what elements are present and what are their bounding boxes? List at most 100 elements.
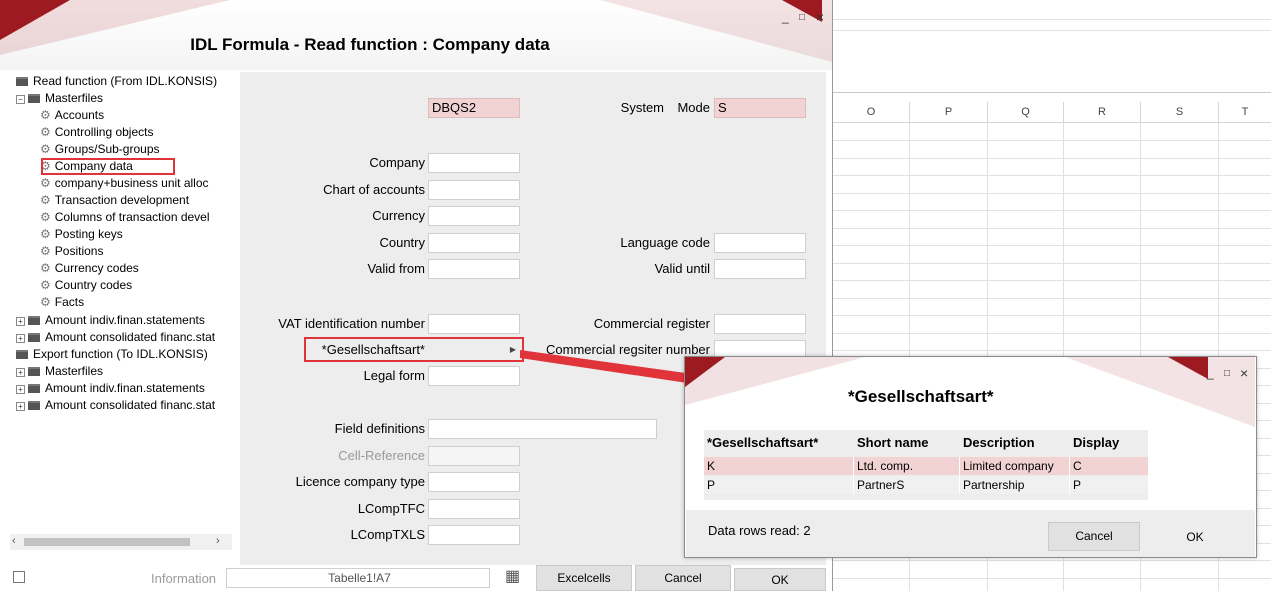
chart-of-accounts-field[interactable] (428, 180, 520, 200)
grid-row-line (833, 350, 1271, 351)
sub-ok-button[interactable]: OK (1149, 523, 1241, 551)
licence-company-type-field[interactable] (428, 472, 520, 492)
column-header[interactable]: Description (960, 430, 1070, 456)
column-header-t[interactable]: T (1219, 102, 1271, 123)
sub-maximize-button[interactable]: □ (1224, 368, 1230, 379)
column-header-p[interactable]: P (910, 102, 988, 123)
gesellschaftsart-dialog: _ □ × *Gesellschaftsart* *Gesellschaftsa… (684, 356, 1257, 558)
scroll-right-icon[interactable]: › (216, 535, 220, 547)
legal-form-field[interactable] (428, 366, 520, 386)
grid-row-line (833, 315, 1271, 316)
tree-node-export-amount-consolidated[interactable]: + Amount consolidated financ.stat (16, 398, 215, 413)
valid-from-field[interactable] (428, 259, 520, 279)
field-definitions-field[interactable] (428, 419, 657, 439)
table-cell[interactable]: Ltd. comp. (854, 457, 960, 475)
scroll-left-icon[interactable]: ‹ (12, 535, 16, 547)
tree-node-transaction-development[interactable]: ⚙ Transaction development (40, 193, 189, 208)
folder-icon (28, 367, 40, 376)
table-cell[interactable]: C (1070, 457, 1148, 475)
tree-node-label: Amount indiv.finan.statements (45, 313, 205, 327)
gear-icon: ⚙ (40, 176, 51, 190)
column-header[interactable]: Display (1070, 430, 1148, 456)
company-field[interactable] (428, 153, 520, 173)
tree-node-amount-indiv[interactable]: + Amount indiv.finan.statements (16, 313, 205, 328)
valid-until-field[interactable] (714, 259, 806, 279)
tree-node-positions[interactable]: ⚙ Positions (40, 244, 103, 259)
sub-cancel-button[interactable]: Cancel (1048, 522, 1140, 551)
tree-node-country-codes[interactable]: ⚙ Country codes (40, 278, 132, 293)
tree-node-groups[interactable]: ⚙ Groups/Sub-groups (40, 142, 160, 157)
expand-icon[interactable]: + (16, 385, 25, 394)
excel-icon[interactable]: ▦ (505, 566, 520, 586)
column-header[interactable]: Short name (854, 430, 960, 456)
tree-node-read-function[interactable]: Read function (From IDL.KONSIS) (16, 74, 217, 89)
cancel-button[interactable]: Cancel (635, 565, 731, 591)
tree-node-export-masterfiles[interactable]: + Masterfiles (16, 364, 103, 379)
maximize-button[interactable]: □ (799, 12, 805, 23)
lcomptfc-field[interactable] (428, 499, 520, 519)
close-button[interactable]: × (816, 9, 824, 25)
lcomptfc-label: LCompTFC (357, 501, 425, 516)
table-cell[interactable]: Partnership (960, 476, 1070, 494)
scrollbar-thumb[interactable] (24, 538, 190, 546)
system-label: System (620, 100, 664, 115)
gesellschaftsart-highlight (304, 337, 524, 362)
table-cell[interactable]: PartnerS (854, 476, 960, 494)
grid-row-line (833, 298, 1271, 299)
country-field[interactable] (428, 233, 520, 253)
tree-node-label: Currency codes (54, 261, 139, 275)
table-cell[interactable]: K (704, 457, 854, 475)
tree-node-accounts[interactable]: ⚙ Accounts (40, 108, 104, 123)
lcomptxls-field[interactable] (428, 525, 520, 545)
language-code-label: Language code (620, 235, 710, 250)
tree-node-masterfiles[interactable]: − Masterfiles (16, 91, 103, 106)
expand-icon[interactable]: + (16, 368, 25, 377)
grid-row-line (833, 333, 1271, 334)
tree-node-facts[interactable]: ⚙ Facts (40, 295, 84, 310)
column-header[interactable]: *Gesellschaftsart* (704, 430, 854, 456)
tree-node-export-amount-indiv[interactable]: + Amount indiv.finan.statements (16, 381, 205, 396)
system-field[interactable]: DBQS2 (428, 98, 520, 118)
tree-node-currency-codes[interactable]: ⚙ Currency codes (40, 261, 139, 276)
cell-reference-field[interactable] (428, 446, 520, 466)
column-header-s[interactable]: S (1141, 102, 1219, 123)
ok-button[interactable]: OK (734, 568, 826, 591)
sub-minimize-button[interactable]: _ (1207, 366, 1214, 380)
tree-horizontal-scrollbar[interactable]: ‹ › (10, 534, 232, 550)
expand-icon[interactable]: + (16, 334, 25, 343)
tree-node-controlling-objects[interactable]: ⚙ Controlling objects (40, 125, 153, 140)
tree-node-posting-keys[interactable]: ⚙ Posting keys (40, 227, 123, 242)
vat-field[interactable] (428, 314, 520, 334)
language-code-field[interactable] (714, 233, 806, 253)
expand-icon[interactable]: + (16, 402, 25, 411)
grid-row-line (833, 578, 1271, 579)
minimize-button[interactable]: _ (782, 10, 789, 24)
grid-row-line (833, 210, 1271, 211)
information-field[interactable]: Tabelle1!A7 (226, 568, 490, 588)
excelcells-button[interactable]: Excelcells (536, 565, 632, 591)
column-header-q[interactable]: Q (988, 102, 1064, 123)
tree-node-label: Country codes (54, 278, 133, 292)
commercial-register-field[interactable] (714, 314, 806, 334)
status-square-icon[interactable] (13, 571, 25, 583)
tree-node-export-function[interactable]: Export function (To IDL.KONSIS) (16, 347, 208, 362)
valid-until-label: Valid until (654, 261, 710, 276)
mode-field[interactable]: S (714, 98, 806, 118)
column-header-r[interactable]: R (1064, 102, 1141, 123)
currency-field[interactable] (428, 206, 520, 226)
tree-node-label: Amount indiv.finan.statements (45, 381, 205, 395)
sub-close-button[interactable]: × (1240, 365, 1248, 381)
table-cell[interactable]: P (1070, 476, 1148, 494)
function-tree[interactable]: Read function (From IDL.KONSIS) − Masterf… (10, 72, 230, 542)
tree-node-amount-consolidated[interactable]: + Amount consolidated financ.stat (16, 330, 215, 345)
expand-icon[interactable]: + (16, 317, 25, 326)
grid-row-line (833, 228, 1271, 229)
table-cell[interactable]: Limited company (960, 457, 1070, 475)
table-cell[interactable]: P (704, 476, 854, 494)
column-header-o[interactable]: O (833, 102, 910, 123)
tree-node-label: Read function (From IDL.KONSIS) (33, 74, 218, 88)
collapse-icon[interactable]: − (16, 95, 25, 104)
gear-icon: ⚙ (40, 108, 51, 122)
tree-node-company-business-unit[interactable]: ⚙ company+business unit alloc (40, 176, 209, 191)
tree-node-columns-transaction[interactable]: ⚙ Columns of transaction devel (40, 210, 210, 225)
